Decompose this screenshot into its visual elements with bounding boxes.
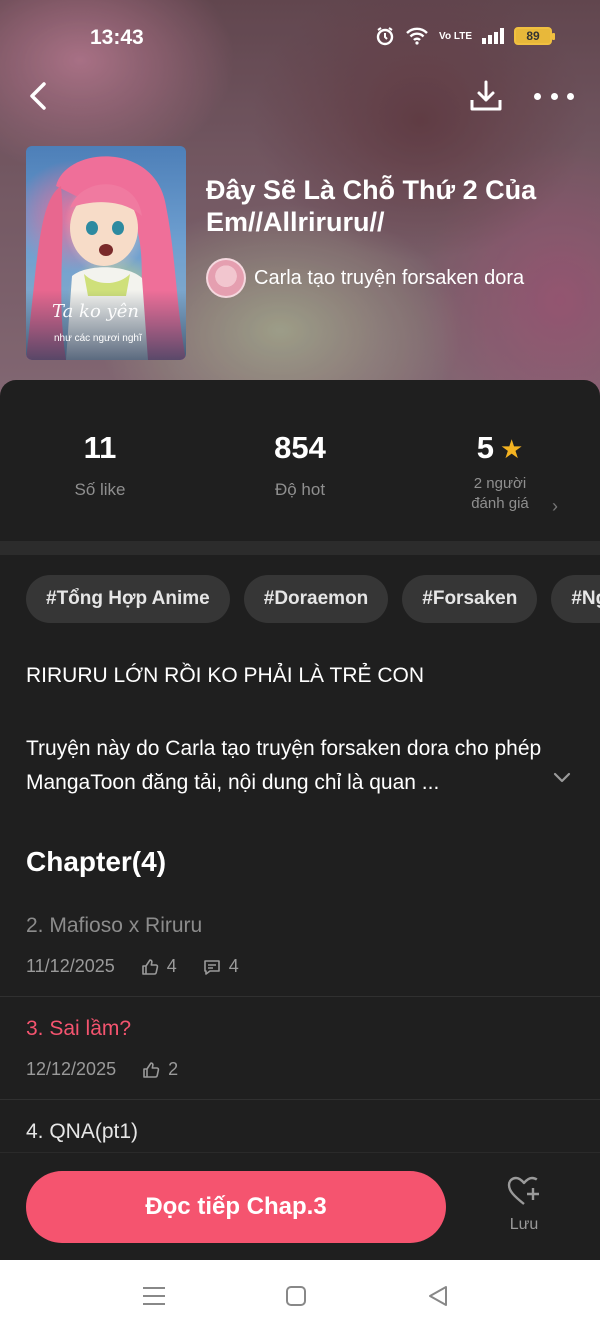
heart-plus-icon (507, 1176, 539, 1205)
battery-icon: 89 (514, 27, 555, 45)
stat-rating[interactable]: 5 ★ 2 người đánh giá (400, 430, 600, 514)
status-bar: 13:43 Vo LTE 89 (0, 0, 600, 76)
back-icon[interactable] (22, 78, 58, 114)
save-label: Lưu (509, 1216, 539, 1233)
chevron-right-icon[interactable]: › (552, 496, 558, 517)
stat-likes: 11 Số like (0, 430, 200, 500)
tag-item[interactable]: #Forsaken (402, 575, 538, 623)
comment-icon (203, 959, 220, 975)
cover-image: Ta ko yên như các ngươi nghĩ (26, 146, 186, 360)
chapter-heading: Chapter(4) (26, 846, 167, 877)
more-icon[interactable] (534, 82, 574, 110)
chapter-meta: 11/12/2025 4 4 (26, 956, 239, 977)
rating-label: 2 người đánh giá (400, 474, 600, 514)
status-time: 13:43 (90, 26, 144, 49)
chapter-row[interactable]: 4. QNA(pt1) (0, 1100, 600, 1160)
hot-label: Độ hot (274, 480, 326, 499)
rating-value-row: 5 ★ (400, 430, 600, 466)
comic-title: Đây Sẽ Là Chỗ Thứ 2 Của Em//Allriruru// (206, 175, 537, 237)
rating-label-line2: đánh giá (471, 495, 529, 512)
chapter-name[interactable]: 4. QNA(pt1) (26, 1120, 138, 1144)
tag-list: #Tổng Hợp Anime #Doraemon #Forsaken #Ng (26, 575, 600, 623)
back-nav-icon[interactable] (424, 1282, 452, 1310)
chapter-comments: 4 (228, 956, 239, 976)
tag-item[interactable]: #Tổng Hợp Anime (26, 575, 230, 623)
rating-label-line1: 2 người (473, 475, 527, 492)
avatar[interactable] (206, 258, 246, 298)
hot-count: 854 (274, 430, 326, 465)
tag-item[interactable]: #Doraemon (243, 575, 389, 623)
action-bar: Đọc tiếp Chap.3 Lưu (0, 1152, 600, 1260)
status-icons: Vo LTE 89 (375, 26, 555, 46)
chapter-likes: 2 (168, 1059, 179, 1079)
cover-text: Ta ko yên (52, 301, 139, 322)
chapter-date: 12/12/2025 (26, 1059, 117, 1079)
chapter-date: 11/12/2025 (26, 956, 115, 976)
chapter-row[interactable]: 2. Mafioso x Riruru 11/12/2025 4 4 (0, 896, 600, 997)
description-headline: RIRURU LỚN RỒI KO PHẢI LÀ TRẺ CON (26, 664, 425, 687)
download-icon[interactable] (468, 78, 504, 114)
section-divider (0, 541, 600, 555)
chapter-likes: 4 (166, 956, 177, 976)
stat-hot: 854 Độ hot (200, 430, 400, 500)
chapter-meta: 12/12/2025 2 (26, 1059, 178, 1080)
save-button[interactable]: Lưu (496, 1175, 552, 1234)
stats-row: 11 Số like 854 Độ hot 5 ★ 2 người đánh gi… (0, 430, 600, 540)
menu-icon[interactable] (140, 1282, 168, 1310)
tag-item[interactable]: #Ng (551, 575, 600, 623)
cover-subtext: như các ngươi nghĩ (54, 333, 142, 344)
like-icon (141, 958, 159, 975)
author-row[interactable]: Carla tạo truyện forsaken dora (206, 258, 524, 298)
network-type: Vo LTE (439, 30, 472, 42)
rating-value: 5 (476, 430, 494, 465)
author-name[interactable]: Carla tạo truyện forsaken dora (254, 267, 524, 290)
wifi-icon (406, 27, 428, 45)
alarm-icon (376, 27, 394, 46)
continue-reading-button[interactable]: Đọc tiếp Chap.3 (26, 1171, 446, 1243)
likes-label: Số like (74, 480, 126, 499)
like-icon (143, 1061, 160, 1078)
home-icon[interactable] (282, 1282, 310, 1310)
description-body: Truyện này do Carla tạo truyện forsaken … (26, 737, 542, 794)
likes-count: 11 (83, 430, 117, 465)
signal-icon (482, 28, 504, 44)
system-nav-bar (0, 1260, 600, 1333)
chapter-name[interactable]: 3. Sai lầm? (26, 1017, 131, 1041)
chapter-name[interactable]: 2. Mafioso x Riruru (26, 914, 202, 938)
chapter-row[interactable]: 3. Sai lầm? 12/12/2025 2 (0, 997, 600, 1100)
chevron-down-icon[interactable] (551, 766, 573, 788)
star-icon: ★ (499, 434, 524, 464)
